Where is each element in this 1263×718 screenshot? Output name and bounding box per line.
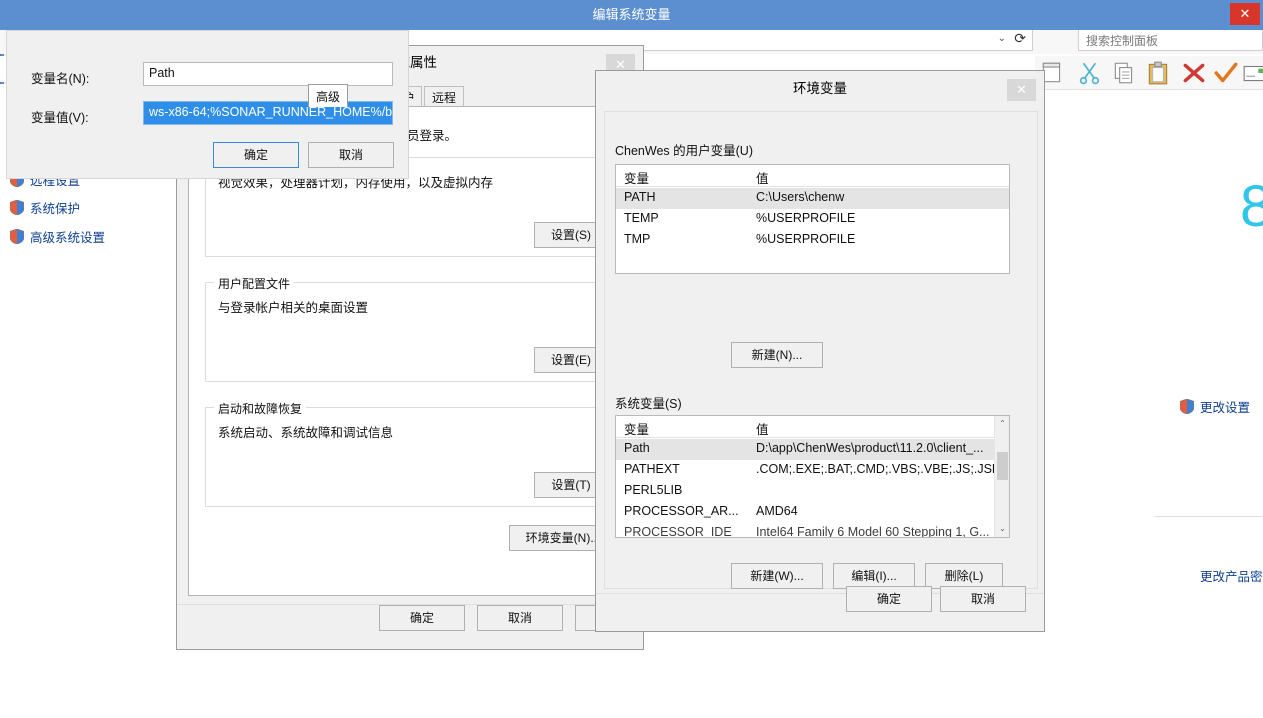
system-variables-header: 变量 值 (616, 416, 1009, 438)
edit-variable-body: 变量名(N): Path 变量值(V): ws-x86-64;%SONAR_RU… (6, 30, 409, 179)
copy-icon[interactable] (1111, 60, 1137, 86)
scroll-up-icon[interactable]: ⌃ (995, 416, 1009, 432)
user-variables-label: ChenWes 的用户变量(U) (615, 144, 753, 158)
windows-8-logo: 8 (1240, 174, 1263, 239)
refresh-icon[interactable]: ⟳ (1014, 30, 1026, 47)
environment-variables-ok-button[interactable]: 确定 (846, 586, 932, 612)
user-col-variable: 变量 (624, 172, 650, 186)
scroll-down-icon[interactable]: ⌄ (995, 521, 1009, 537)
sidebar-item-label: 系统保护 (30, 202, 81, 216)
user-profiles-group-desc: 与登录帐户相关的桌面设置 (218, 301, 369, 315)
table-row[interactable]: Path D:\app\ChenWes\product\11.2.0\clien… (616, 439, 1009, 460)
tab-advanced[interactable]: 高级 (308, 84, 349, 107)
table-row[interactable]: TEMP %USERPROFILE (616, 209, 1009, 230)
user-variables-header: 变量 值 (616, 165, 1009, 187)
user-variables-listview[interactable]: 变量 值 PATH C:\Users\chenw TEMP %USERPROFI… (615, 164, 1010, 274)
environment-variables-title: 环境变量 (596, 71, 1044, 109)
user-var-value: %USERPROFILE (756, 211, 856, 225)
change-settings-link[interactable]: 更改设置 (1180, 397, 1250, 416)
table-row[interactable]: PERL5LIB (616, 481, 1009, 502)
startup-recovery-group: 启动和故障恢复 系统启动、系统故障和调试信息 设置(T) (205, 400, 617, 507)
environment-variables-cancel-button[interactable]: 取消 (940, 586, 1026, 612)
user-profiles-group-legend: 用户配置文件 (214, 275, 295, 292)
environment-variables-dialog: 环境变量 ✕ ChenWes 的用户变量(U) 变量 值 PATH C:\Use… (595, 70, 1045, 632)
user-profiles-group: 用户配置文件 与登录帐户相关的桌面设置 设置(E) (205, 275, 617, 382)
change-product-key-link[interactable]: 更改产品密 (1200, 566, 1263, 585)
system-var-name: PROCESSOR_AR... (624, 504, 739, 518)
user-var-name: TEMP (624, 211, 659, 225)
change-settings-label: 更改设置 (1200, 401, 1251, 415)
system-var-value: AMD64 (756, 504, 798, 518)
variable-name-input[interactable]: Path (143, 62, 393, 86)
system-var-name: PATHEXT (624, 462, 680, 476)
user-var-value: C:\Users\chenw (756, 190, 845, 204)
user-var-value: %USERPROFILE (756, 232, 856, 246)
search-input[interactable]: 搜索控制面板 (1078, 27, 1263, 51)
system-col-variable: 变量 (624, 423, 650, 437)
toolbar-right (1035, 56, 1263, 90)
delete-icon[interactable] (1181, 60, 1207, 86)
variable-name-label: 变量名(N): (31, 72, 90, 86)
startup-recovery-group-legend: 启动和故障恢复 (214, 400, 307, 417)
edit-variable-ok-button[interactable]: 确定 (213, 142, 299, 168)
system-variables-label: 系统变量(S) (615, 397, 682, 411)
sidebar-item-advanced-system-settings[interactable]: 高级系统设置 (10, 227, 105, 246)
navigation-pane: 控制面板主页 设备管理器 远程设置 (0, 84, 176, 718)
tab-remote[interactable]: 远程 (424, 86, 465, 107)
paste-icon[interactable] (1145, 60, 1171, 86)
address-dropdown-chevron-icon[interactable]: ⌄ (998, 33, 1006, 44)
environment-variables-panel: ChenWes 的用户变量(U) 变量 值 PATH C:\Users\chen… (604, 111, 1038, 589)
system-var-value: Intel64 Family 6 Model 60 Stepping 1, G.… (756, 525, 990, 538)
user-variables-new-button[interactable]: 新建(N)... (731, 342, 823, 368)
system-col-value: 值 (756, 423, 769, 437)
table-row[interactable]: PROCESSOR_AR... AMD64 (616, 502, 1009, 523)
system-var-value: D:\app\ChenWes\product\11.2.0\client_... (756, 441, 984, 455)
startup-recovery-group-desc: 系统启动、系统故障和调试信息 (218, 426, 394, 440)
variable-value-input[interactable]: ws-x86-64;%SONAR_RUNNER_HOME%/bin (143, 101, 393, 125)
shield-icon (1180, 399, 1194, 414)
sidebar-item-label: 高级系统设置 (30, 231, 106, 245)
environment-variables-close-button[interactable]: ✕ (1007, 79, 1036, 101)
system-properties-cancel-button[interactable]: 取消 (477, 605, 563, 631)
edit-variable-title: 编辑系统变量 (592, 7, 671, 22)
edit-variable-close-button[interactable]: ✕ (1230, 3, 1260, 25)
edit-system-variable-dialog: 编辑系统变量 ✕ 变量名(N): Path 变量值(V): ws-x86-64;… (0, 0, 1263, 185)
variable-value-label: 变量值(V): (31, 111, 89, 125)
edit-variable-cancel-button[interactable]: 取消 (308, 142, 394, 168)
system-properties-ok-button[interactable]: 确定 (379, 605, 465, 631)
user-var-name: PATH (624, 190, 656, 204)
cut-icon[interactable] (1077, 60, 1103, 86)
rename-icon[interactable] (1242, 60, 1263, 86)
screen-root: 系统 ‹ › ▾ ↑ › 控制面板 › 所有控制面板项 › 系统 ⌄ ⟳ 搜索控… (0, 0, 1263, 718)
system-variables-listview[interactable]: 变量 值 Path D:\app\ChenWes\product\11.2.0\… (615, 415, 1010, 538)
system-var-name: PROCESSOR_IDE (624, 525, 732, 538)
sidebar-item-system-protection[interactable]: 系统保护 (10, 198, 80, 217)
user-col-value: 值 (756, 172, 769, 186)
system-variables-scrollbar[interactable]: ⌃ ⌄ (994, 416, 1009, 537)
content-divider (1155, 516, 1263, 517)
table-row[interactable]: PROCESSOR_IDE Intel64 Family 6 Model 60 … (616, 523, 1009, 538)
user-var-name: TMP (624, 232, 651, 246)
system-var-name: Path (624, 441, 650, 455)
system-var-value: .COM;.EXE;.BAT;.CMD;.VBS;.VBE;.JS;.JSE;.… (756, 462, 1010, 476)
scrollbar-thumb[interactable] (997, 452, 1008, 480)
table-row[interactable]: PATH C:\Users\chenw (616, 188, 1009, 209)
advanced-tab-page: 要进行大多数更改，你必须作为管理员登录。 性能 视觉效果，处理器计划，内存使用，… (188, 106, 634, 596)
table-row[interactable]: TMP %USERPROFILE (616, 230, 1009, 251)
shield-icon (10, 200, 24, 215)
confirm-icon[interactable] (1213, 60, 1239, 86)
system-var-name: PERL5LIB (624, 483, 683, 497)
system-variables-new-button[interactable]: 新建(W)... (731, 563, 823, 589)
table-row[interactable]: PATHEXT .COM;.EXE;.BAT;.CMD;.VBS;.VBE;.J… (616, 460, 1009, 481)
shield-icon (10, 229, 24, 244)
